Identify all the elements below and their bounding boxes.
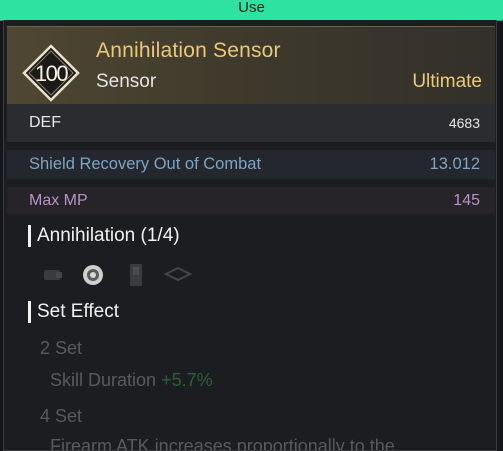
base-stat-row: DEF 4683 bbox=[7, 104, 495, 142]
section-marker bbox=[28, 225, 31, 247]
set-tier-label: 4 Set bbox=[40, 406, 83, 426]
set-effect-value: +5.7% bbox=[161, 370, 213, 390]
stat-row-shield-recovery: Shield Recovery Out of Combat 13.012 bbox=[7, 150, 495, 179]
set-tier-label: 2 Set bbox=[40, 338, 83, 358]
set-pieces-title: Annihilation (1/4) bbox=[37, 225, 180, 246]
section-marker bbox=[28, 301, 31, 323]
item-type: Sensor bbox=[96, 71, 157, 92]
stat-row-max-mp: Max MP 145 bbox=[7, 187, 495, 214]
item-tooltip-panel: 100 Annihilation Sensor Sensor Ultimate … bbox=[3, 20, 497, 451]
stat-value: 13.012 bbox=[429, 155, 480, 173]
module-piece-icon[interactable] bbox=[128, 262, 144, 288]
set-piece-icons bbox=[40, 260, 200, 290]
stat-label: Max MP bbox=[29, 191, 88, 209]
set-tier-effect: Firearm ATK increases proportionally to … bbox=[50, 436, 395, 451]
base-stat-label: DEF bbox=[29, 114, 61, 131]
sensor-piece-icon[interactable] bbox=[42, 266, 64, 284]
item-level: 100 bbox=[35, 61, 68, 86]
set-pieces-heading: Annihilation (1/4) bbox=[28, 225, 180, 247]
set-effect-title: Set Effect bbox=[37, 301, 120, 322]
set-effect-name: Skill Duration bbox=[50, 370, 157, 390]
stat-label: Shield Recovery Out of Combat bbox=[29, 155, 262, 173]
level-diamond-icon: 100 bbox=[22, 44, 80, 102]
base-stat-value: 4683 bbox=[448, 115, 480, 131]
set-effect-heading: Set Effect bbox=[28, 301, 119, 323]
item-grade: Ultimate bbox=[412, 71, 482, 92]
set-tier-effect: Skill Duration +5.7% bbox=[50, 370, 213, 391]
item-name: Annihilation Sensor bbox=[96, 39, 281, 62]
sensor-equipped-icon[interactable] bbox=[80, 262, 106, 288]
crown-piece-icon[interactable] bbox=[164, 266, 192, 282]
use-button-label: Use bbox=[238, 0, 265, 16]
stat-value: 145 bbox=[453, 191, 480, 209]
use-button[interactable]: Use bbox=[0, 0, 503, 21]
